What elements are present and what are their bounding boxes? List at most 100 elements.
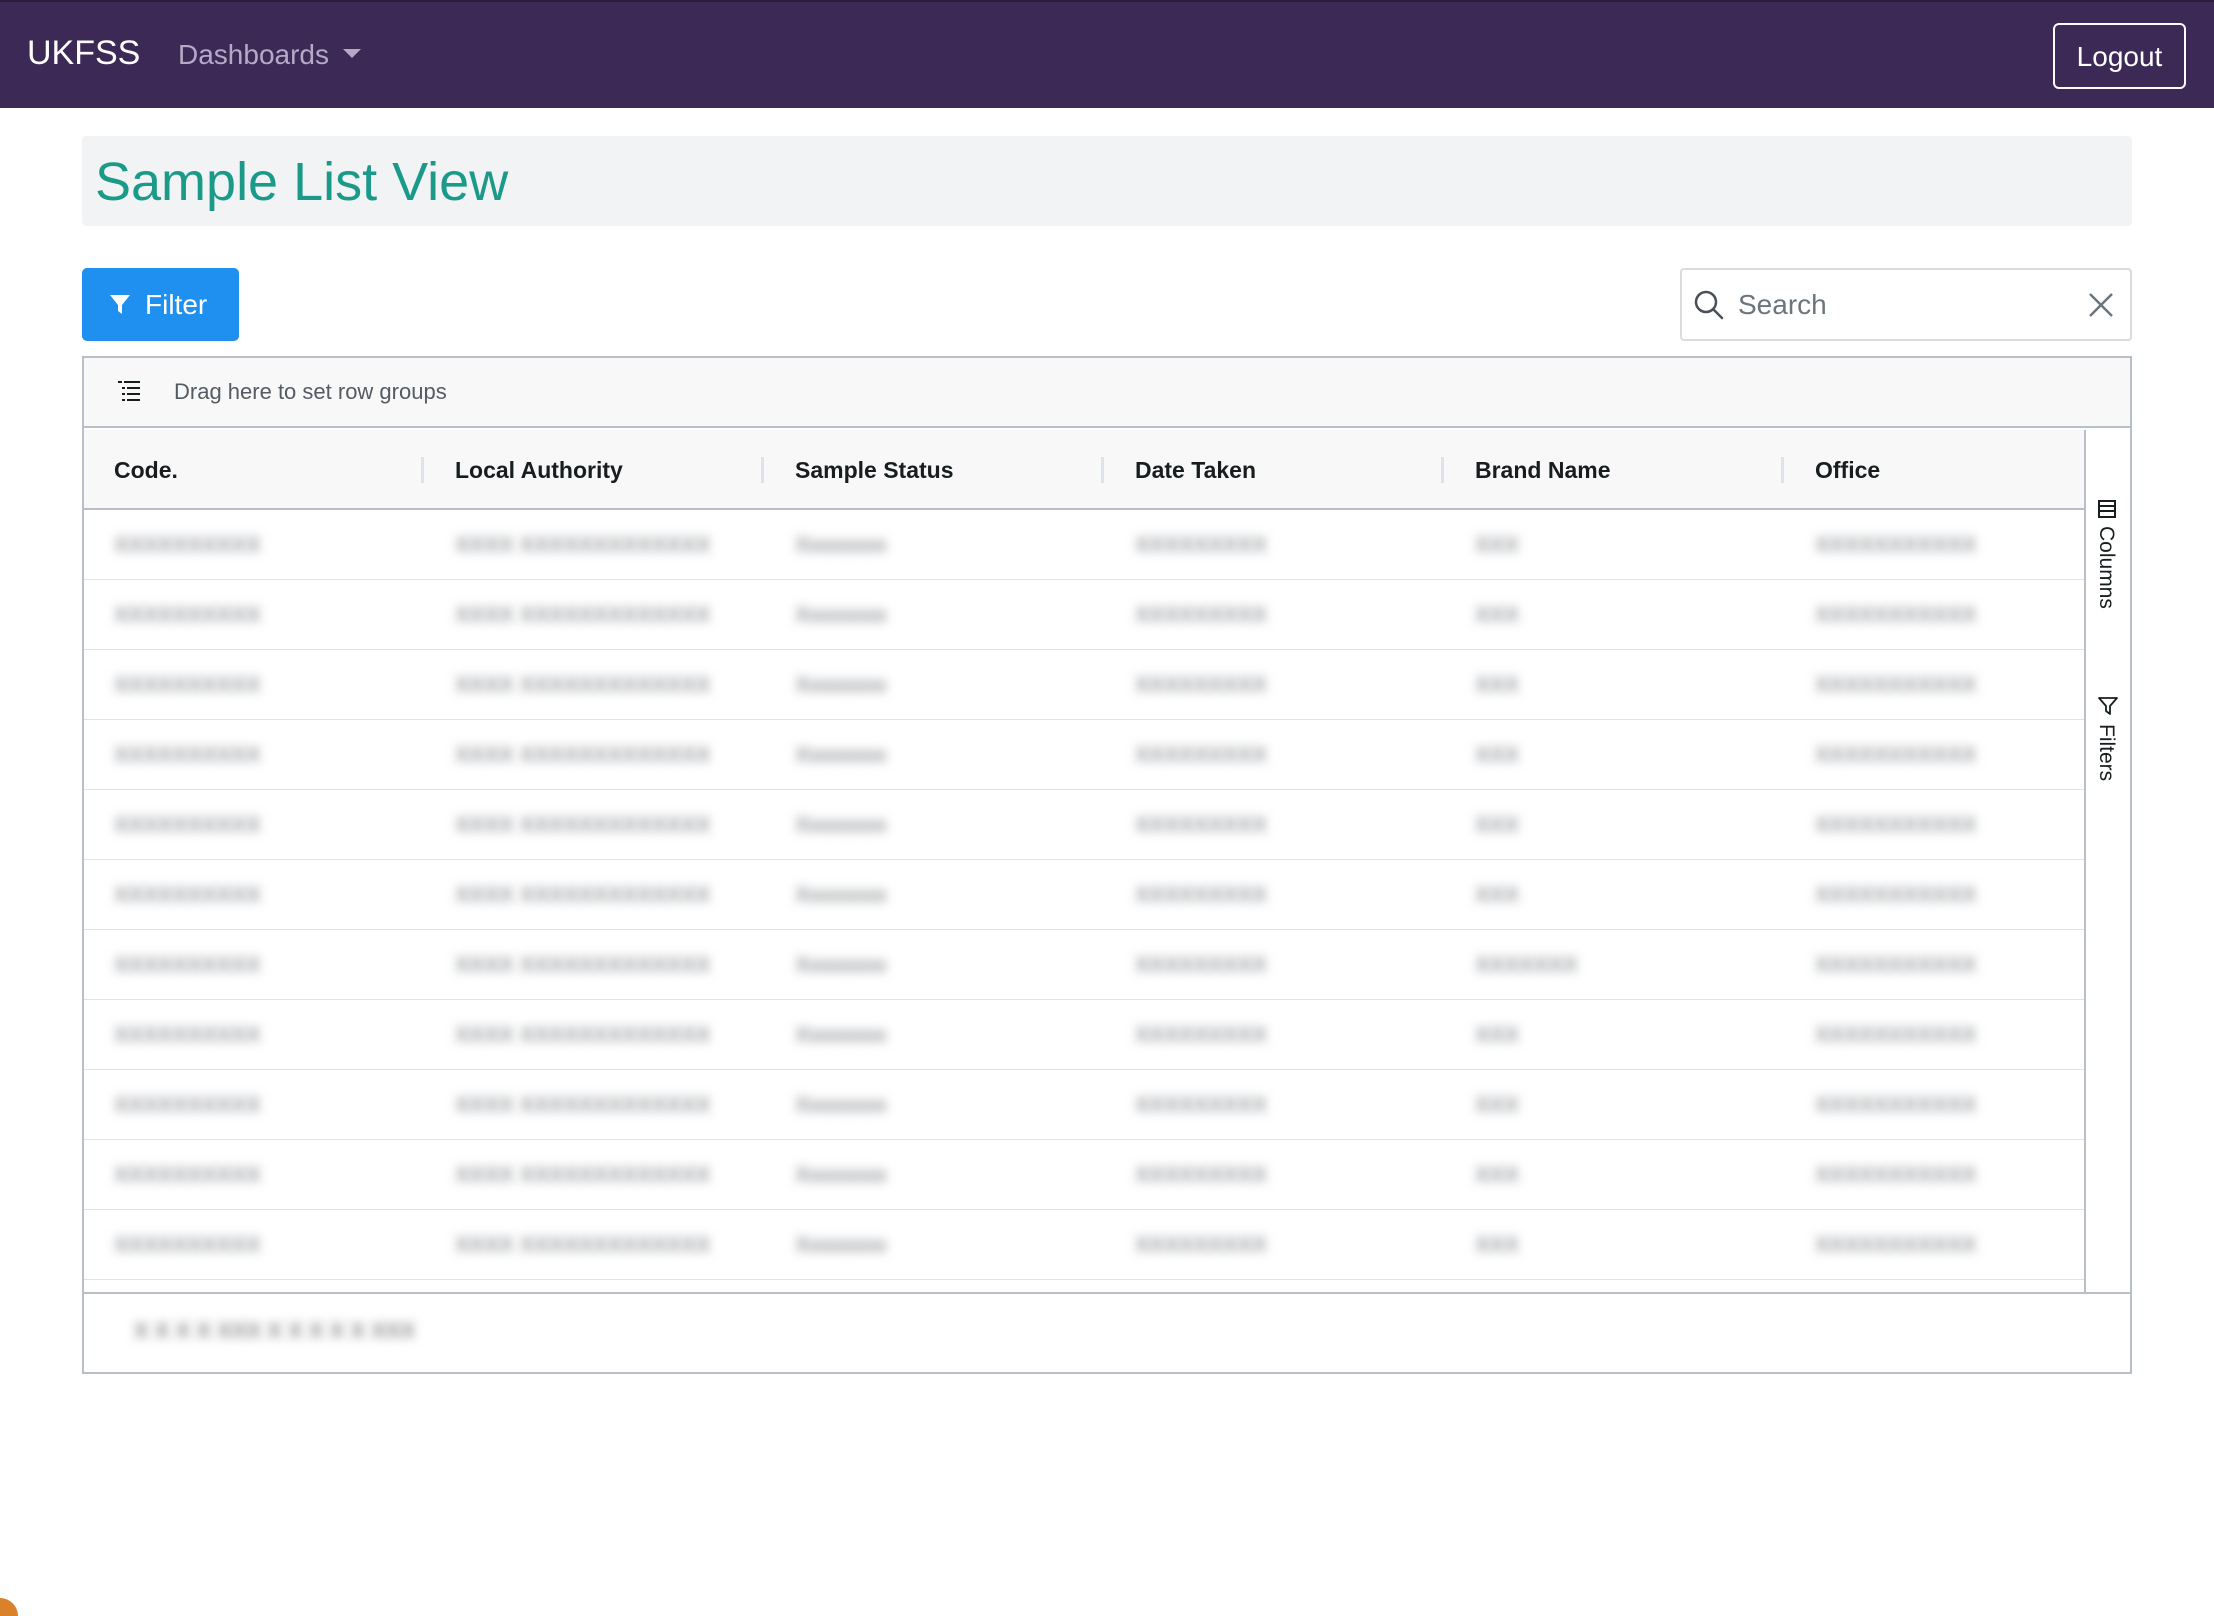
search-input[interactable] [1736,280,2066,330]
cell-brand-name: XXX [1475,882,1520,907]
column-header-sample-status[interactable]: Sample Status [795,430,954,510]
filters-tool-button[interactable]: Filters [2092,696,2124,806]
dashboards-label: Dashboards [178,39,329,70]
column-resize-handle[interactable] [1441,457,1444,483]
cell-code: XXXXXXXXXX [114,672,261,697]
cell-brand-name: XXX [1475,1162,1520,1187]
cell-office: XXXXXXXXXXX [1815,1162,1977,1187]
table-row[interactable]: XXXXXXXXXX XXXX XXXXXXXXXXXXX Xxxxxxxx X… [84,1210,2084,1280]
table-row[interactable]: XXXXXXXXXX XXXX XXXXXXXXXXXXX Xxxxxxxx X… [84,790,2084,860]
row-group-icon [118,381,140,401]
table-row[interactable]: XXXXXXXXXX XXXX XXXXXXXXXXXXX Xxxxxxxx X… [84,1070,2084,1140]
cell-brand-name: XXX [1475,532,1520,557]
column-header-code[interactable]: Code. [114,430,178,510]
close-icon[interactable] [2088,292,2114,318]
cell-local-authority: XXXX XXXXXXXXXXXXX [455,1162,711,1187]
table-row[interactable]: XXXXXXXXXX XXXX XXXXXXXXXXXXX Xxxxxxxx X… [84,860,2084,930]
columns-tool-button[interactable]: Columns [2092,500,2124,630]
filter-button-label: Filter [145,289,208,320]
cell-code: XXXXXXXXXX [114,532,261,557]
cell-date-taken: XXXXXXXXX [1135,1092,1268,1117]
cell-office: XXXXXXXXXXX [1815,742,1977,767]
cell-sample-status: Xxxxxxxx [795,952,887,977]
cell-office: XXXXXXXXXXX [1815,952,1977,977]
grid-footer: X X X X XXX X X X X X XXX [84,1292,2130,1372]
table-row[interactable]: XXXXXXXXXX XXXX XXXXXXXXXXXXX Xxxxxxxx X… [84,720,2084,790]
cell-local-authority: XXXX XXXXXXXXXXXXX [455,672,711,697]
cell-sample-status: Xxxxxxxx [795,532,887,557]
cell-brand-name: XXX [1475,1022,1520,1047]
cell-office: XXXXXXXXXXX [1815,882,1977,907]
cell-sample-status: Xxxxxxxx [795,672,887,697]
cell-sample-status: Xxxxxxxx [795,602,887,627]
cell-date-taken: XXXXXXXXX [1135,1232,1268,1257]
cell-brand-name: XXX [1475,742,1520,767]
cell-brand-name: XXX [1475,602,1520,627]
table-row[interactable]: XXXXXXXXXX XXXX XXXXXXXXXXXXX Xxxxxxxx X… [84,1140,2084,1210]
column-header-date-taken[interactable]: Date Taken [1135,430,1256,510]
logout-button[interactable]: Logout [2053,23,2186,89]
cell-sample-status: Xxxxxxxx [795,882,887,907]
column-resize-handle[interactable] [421,457,424,483]
column-header-brand-name[interactable]: Brand Name [1475,430,1610,510]
cell-code: XXXXXXXXXX [114,1022,261,1047]
caret-down-icon [342,49,361,58]
page-title: Sample List View [95,152,509,212]
cell-date-taken: XXXXXXXXX [1135,952,1268,977]
cell-code: XXXXXXXXXX [114,812,261,837]
filter-button[interactable]: Filter [82,268,239,341]
grid-body: XXXXXXXXXX XXXX XXXXXXXXXXXXX Xxxxxxxx X… [84,510,2084,1292]
columns-tool-label: Columns [2095,526,2118,609]
cell-sample-status: Xxxxxxxx [795,1092,887,1117]
table-row[interactable]: XXXXXXXXXX XXXX XXXXXXXXXXXXX Xxxxxxxx X… [84,510,2084,580]
cell-office: XXXXXXXXXXX [1815,602,1977,627]
cell-local-authority: XXXX XXXXXXXXXXXXX [455,742,711,767]
cell-sample-status: Xxxxxxxx [795,1232,887,1257]
cell-office: XXXXXXXXXXX [1815,672,1977,697]
cell-office: XXXXXXXXXXX [1815,812,1977,837]
cell-brand-name: XXX [1475,812,1520,837]
column-header-office[interactable]: Office [1815,430,1880,510]
navbar: UKFSS Dashboards Logout [0,0,2214,108]
cell-code: XXXXXXXXXX [114,1162,261,1187]
brand-logo[interactable]: UKFSS [27,30,140,76]
column-resize-handle[interactable] [1101,457,1104,483]
cell-date-taken: XXXXXXXXX [1135,742,1268,767]
search-icon [1694,290,1724,320]
cell-date-taken: XXXXXXXXX [1135,602,1268,627]
cell-date-taken: XXXXXXXXX [1135,812,1268,837]
page-title-bar: Sample List View [82,136,2132,226]
row-count-summary: X X X X XXX X X X X X XXX [134,1318,416,1343]
cell-local-authority: XXXX XXXXXXXXXXXXX [455,1022,711,1047]
cell-sample-status: Xxxxxxxx [795,1162,887,1187]
table-row[interactable]: XXXXXXXXXX XXXX XXXXXXXXXXXXX Xxxxxxxx X… [84,580,2084,650]
dashboards-dropdown[interactable]: Dashboards [178,36,361,74]
cell-code: XXXXXXXXXX [114,742,261,767]
column-resize-handle[interactable] [761,457,764,483]
window-corner [0,1598,18,1616]
grid-side-bar: Columns Filters [2084,430,2130,1292]
cell-local-authority: XXXX XXXXXXXXXXXXX [455,812,711,837]
cell-sample-status: Xxxxxxxx [795,742,887,767]
table-row[interactable]: XXXXXXXXXX XXXX XXXXXXXXXXXXX Xxxxxxxx X… [84,930,2084,1000]
filters-tool-label: Filters [2095,724,2118,782]
cell-sample-status: Xxxxxxxx [795,812,887,837]
column-resize-handle[interactable] [1781,457,1784,483]
cell-local-authority: XXXX XXXXXXXXXXXXX [455,952,711,977]
search-box [1680,268,2132,341]
cell-brand-name: XXX [1475,1092,1520,1117]
row-group-panel[interactable]: Drag here to set row groups [84,358,2130,428]
cell-date-taken: XXXXXXXXX [1135,532,1268,557]
table-row[interactable]: XXXXXXXXXX XXXX XXXXXXXXXXXXX Xxxxxxxx X… [84,1000,2084,1070]
cell-office: XXXXXXXXXXX [1815,1022,1977,1047]
column-header-local-authority[interactable]: Local Authority [455,430,623,510]
cell-local-authority: XXXX XXXXXXXXXXXXX [455,1232,711,1257]
table-row[interactable]: XXXXXXXXXX XXXX XXXXXXXXXXXXX Xxxxxxxx X… [84,650,2084,720]
cell-sample-status: Xxxxxxxx [795,1022,887,1047]
cell-local-authority: XXXX XXXXXXXXXXXXX [455,532,711,557]
columns-icon [2098,500,2116,518]
cell-office: XXXXXXXXXXX [1815,532,1977,557]
sample-grid: Drag here to set row groups Code. Local … [82,356,2132,1374]
cell-code: XXXXXXXXXX [114,1232,261,1257]
cell-date-taken: XXXXXXXXX [1135,672,1268,697]
